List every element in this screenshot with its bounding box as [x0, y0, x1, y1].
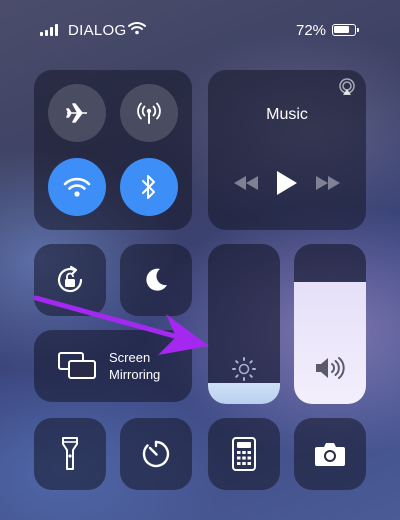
- volume-slider[interactable]: [294, 244, 366, 404]
- cellular-data-toggle[interactable]: [120, 84, 178, 142]
- flashlight-icon: [62, 437, 78, 470]
- volume-level: [294, 282, 366, 404]
- playback-controls: [208, 170, 366, 196]
- carrier-name: DIALOG: [68, 22, 127, 39]
- screen-mirroring-button[interactable]: Screen Mirroring: [34, 330, 192, 402]
- cellular-signal-icon: [40, 24, 58, 36]
- battery-percent: 72%: [296, 22, 327, 39]
- music-title: Music: [266, 106, 308, 123]
- wifi-icon: [63, 177, 91, 197]
- connectivity-module: [34, 70, 192, 230]
- camera-button[interactable]: [294, 418, 366, 490]
- fast-forward-icon[interactable]: [316, 176, 340, 190]
- moon-icon: [146, 268, 167, 291]
- airplane-mode-toggle[interactable]: [48, 84, 106, 142]
- airplane-icon: [66, 103, 87, 123]
- orientation-lock-toggle[interactable]: [34, 244, 106, 316]
- battery-icon: [332, 24, 359, 36]
- rewind-icon[interactable]: [234, 176, 258, 190]
- bluetooth-toggle[interactable]: [120, 158, 178, 216]
- timer-button[interactable]: [120, 418, 192, 490]
- bluetooth-icon: [142, 175, 155, 199]
- speaker-icon: [294, 356, 366, 380]
- camera-icon: [315, 443, 345, 466]
- calculator-button[interactable]: [208, 418, 280, 490]
- rotation-lock-icon: [57, 265, 83, 293]
- music-player-module[interactable]: Music: [208, 70, 366, 230]
- wifi-toggle[interactable]: [48, 158, 106, 216]
- screen-mirroring-label: Screen Mirroring: [109, 350, 161, 382]
- timer-icon: [142, 440, 170, 468]
- brightness-level: [208, 383, 280, 404]
- calculator-icon: [232, 437, 256, 471]
- antenna-icon: [137, 102, 161, 124]
- screen-mirroring-icon: [58, 352, 96, 379]
- flashlight-button[interactable]: [34, 418, 106, 490]
- wifi-status-icon: [128, 22, 146, 35]
- airplay-icon[interactable]: [338, 78, 356, 96]
- status-bar: DIALOG 72%: [0, 18, 400, 44]
- play-icon[interactable]: [276, 170, 298, 196]
- brightness-slider[interactable]: [208, 244, 280, 404]
- do-not-disturb-toggle[interactable]: [120, 244, 192, 316]
- sun-icon: [208, 356, 280, 382]
